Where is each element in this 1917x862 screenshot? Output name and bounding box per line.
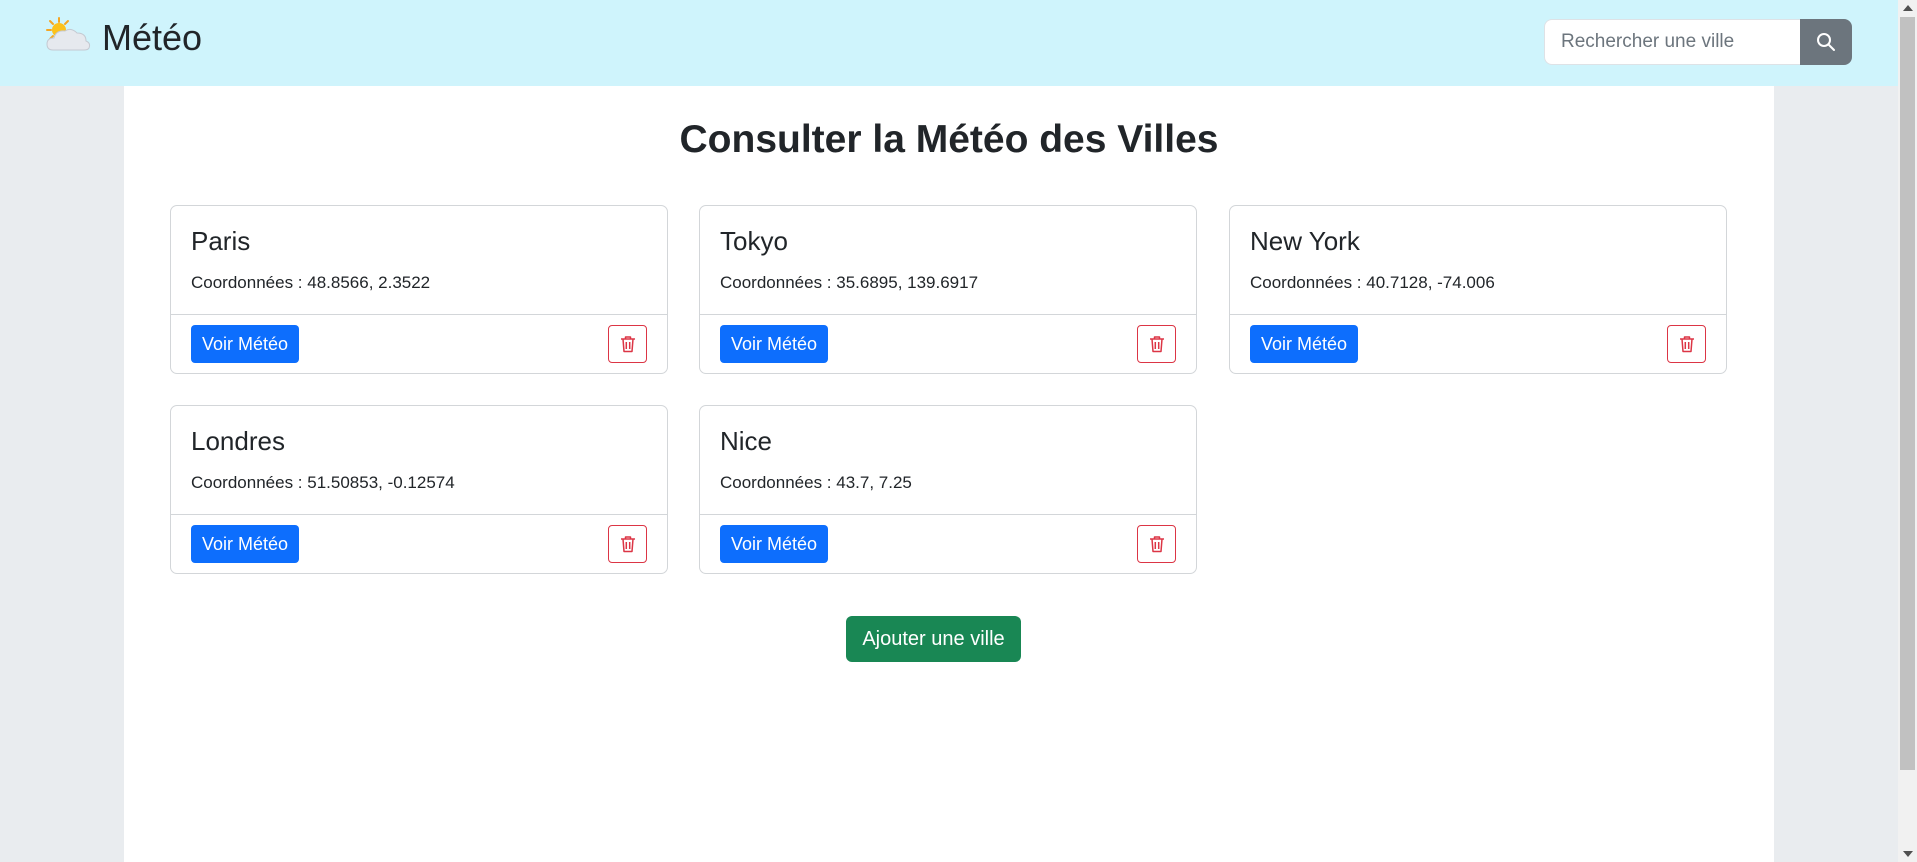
card-footer: Voir Météo <box>171 314 667 373</box>
city-coordinates: Coordonnées : 48.8566, 2.3522 <box>191 273 431 292</box>
city-card: Nice Coordonnées : 43.7, 7.25 Voir Météo <box>699 405 1197 574</box>
city-name: Paris <box>191 226 251 256</box>
delete-city-button[interactable] <box>608 325 647 363</box>
search-button[interactable] <box>1800 19 1852 65</box>
card-footer: Voir Météo <box>1230 314 1726 373</box>
city-coordinates: Coordonnées : 43.7, 7.25 <box>720 473 912 492</box>
navbar: Météo <box>0 0 1898 86</box>
delete-city-button[interactable] <box>1667 325 1706 363</box>
city-card: New York Coordonnées : 40.7128, -74.006 … <box>1229 205 1727 374</box>
city-name: Tokyo <box>720 226 788 256</box>
trash-icon <box>1679 336 1694 353</box>
delete-city-button[interactable] <box>608 525 647 563</box>
city-card: Paris Coordonnées : 48.8566, 2.3522 Voir… <box>170 205 668 374</box>
city-coordinates: Coordonnées : 35.6895, 139.6917 <box>720 273 979 292</box>
scrollbar[interactable] <box>1898 0 1917 862</box>
scroll-up-arrow-icon[interactable] <box>1903 5 1913 11</box>
card-footer: Voir Météo <box>171 514 667 573</box>
view-weather-button[interactable]: Voir Météo <box>191 525 300 563</box>
card-footer: Voir Météo <box>700 314 1196 373</box>
city-coordinates: Coordonnées : 40.7128, -74.006 <box>1250 273 1495 292</box>
add-city-button[interactable]: Ajouter une ville <box>846 616 1021 662</box>
trash-icon <box>1149 336 1164 353</box>
trash-icon <box>620 536 635 553</box>
card-footer: Voir Météo <box>700 514 1196 573</box>
view-weather-button[interactable]: Voir Météo <box>1250 325 1359 363</box>
view-weather-button[interactable]: Voir Météo <box>720 325 829 363</box>
city-name: Nice <box>720 426 773 456</box>
view-weather-button[interactable]: Voir Météo <box>191 325 300 363</box>
scroll-down-arrow-icon[interactable] <box>1903 851 1913 857</box>
delete-city-button[interactable] <box>1137 325 1176 363</box>
city-coordinates: Coordonnées : 51.50853, -0.12574 <box>191 473 455 492</box>
city-name: Londres <box>191 426 285 456</box>
delete-city-button[interactable] <box>1137 525 1176 563</box>
search-input[interactable] <box>1544 19 1800 65</box>
trash-icon <box>620 336 635 353</box>
sun-behind-cloud-icon <box>46 17 91 51</box>
main-container: Consulter la Météo des Villes Paris Coor… <box>124 86 1774 862</box>
brand-name: Météo <box>102 17 203 58</box>
search-form <box>1544 19 1852 65</box>
city-card: Tokyo Coordonnées : 35.6895, 139.6917 Vo… <box>699 205 1197 374</box>
page-title: Consulter la Météo des Villes <box>679 118 1219 161</box>
city-name: New York <box>1250 226 1360 256</box>
view-weather-button[interactable]: Voir Météo <box>720 525 829 563</box>
scrollbar-thumb[interactable] <box>1900 17 1915 770</box>
brand[interactable]: Météo <box>42 16 202 60</box>
search-icon <box>1817 33 1835 51</box>
trash-icon <box>1149 536 1164 553</box>
city-card: Londres Coordonnées : 51.50853, -0.12574… <box>170 405 668 574</box>
